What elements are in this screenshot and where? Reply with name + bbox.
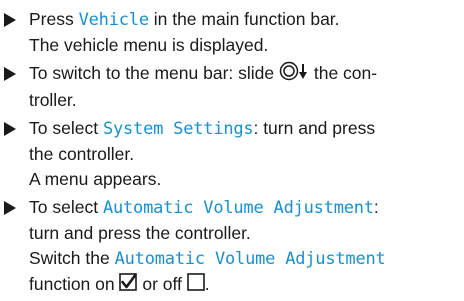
step-3-line-3: A menu appears. bbox=[29, 169, 162, 189]
step-4-line-2: turn and press the controller. bbox=[29, 223, 251, 243]
step-1-line-1: Press Vehicle in the main function bar. bbox=[29, 9, 340, 30]
instruction-page: Press Vehicle in the main function bar. … bbox=[0, 0, 464, 301]
step-1-line-2: The vehicle menu is displayed. bbox=[29, 35, 269, 55]
keyword-vehicle: Vehicle bbox=[78, 10, 149, 30]
step-1: Press Vehicle in the main function bar. … bbox=[0, 7, 464, 58]
keyword-automatic-volume-adjustment: Automatic Volume Adjustment bbox=[102, 198, 374, 218]
step-2-line-1: To switch to the menu bar: slide the con… bbox=[29, 61, 464, 88]
bullet-triangle-icon bbox=[4, 13, 16, 27]
step-4-line-1: To select Automatic Volume Adjustment: bbox=[29, 197, 379, 218]
bullet-triangle-icon bbox=[4, 67, 16, 81]
bullet-triangle-icon bbox=[4, 201, 16, 215]
checkbox-empty-icon bbox=[186, 273, 205, 298]
step-4-line-4: function on or off . bbox=[29, 272, 464, 298]
keyword-automatic-volume-adjustment: Automatic Volume Adjustment bbox=[114, 249, 386, 269]
step-4: To select Automatic Volume Adjustment: t… bbox=[0, 195, 464, 298]
step-3-line-2: the controller. bbox=[29, 144, 135, 164]
bullet-triangle-icon bbox=[4, 122, 16, 136]
step-2-line-2: troller. bbox=[29, 90, 77, 110]
step-4-line-3: Switch the Automatic Volume Adjustment bbox=[29, 248, 386, 269]
controller-slide-down-icon bbox=[279, 61, 309, 88]
step-3-line-1: To select System Settings: turn and pres… bbox=[29, 118, 376, 139]
keyword-system-settings: System Settings bbox=[102, 119, 254, 139]
checkbox-checked-icon bbox=[119, 273, 138, 298]
step-3: To select System Settings: turn and pres… bbox=[0, 116, 464, 192]
step-2: To switch to the menu bar: slide the con… bbox=[0, 61, 464, 113]
